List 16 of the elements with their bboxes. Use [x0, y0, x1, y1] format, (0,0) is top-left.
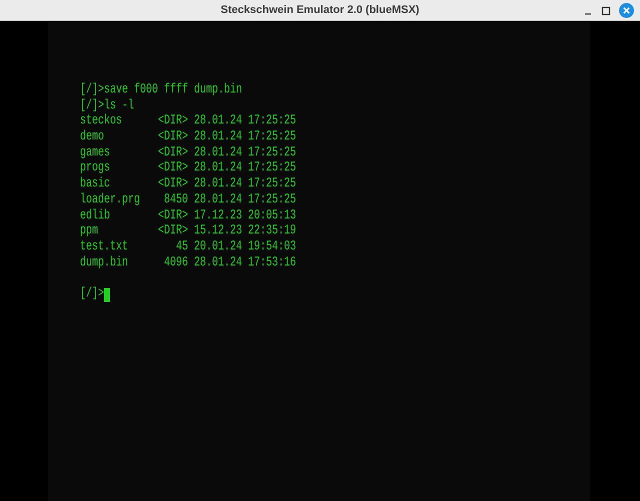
terminal-line: games <DIR> 28.01.24 17:25:25: [80, 144, 296, 162]
prompt: [/]>: [80, 286, 104, 304]
terminal-line: [/]>save f000 ffff dump.bin: [80, 82, 242, 98]
terminal-line: demo <DIR> 28.01.24 17:25:25: [80, 128, 296, 146]
terminal-line: dump.bin 4096 28.01.24 17:53:16: [80, 254, 296, 272]
maximize-icon[interactable]: [601, 6, 611, 16]
terminal-line: loader.prg 8450 28.01.24 17:25:25: [80, 192, 296, 208]
terminal-line: basic <DIR> 28.01.24 17:25:25: [80, 176, 296, 192]
window-title: Steckschwein Emulator 2.0 (blueMSX): [220, 2, 420, 18]
terminal-line: [/]>ls -l: [80, 98, 134, 114]
terminal-line: test.txt 45 20.01.24 19:54:03: [80, 238, 296, 256]
terminal-line: edlib <DIR> 17.12.23 20:05:13: [80, 207, 296, 224]
close-icon[interactable]: [619, 3, 634, 18]
terminal-line: steckos <DIR> 28.01.24 17:25:25: [80, 112, 296, 130]
terminal-line: ppm <DIR> 15.12.23 22:35:19: [80, 223, 296, 240]
terminal-line: progs <DIR> 28.01.24 17:25:25: [80, 160, 296, 176]
